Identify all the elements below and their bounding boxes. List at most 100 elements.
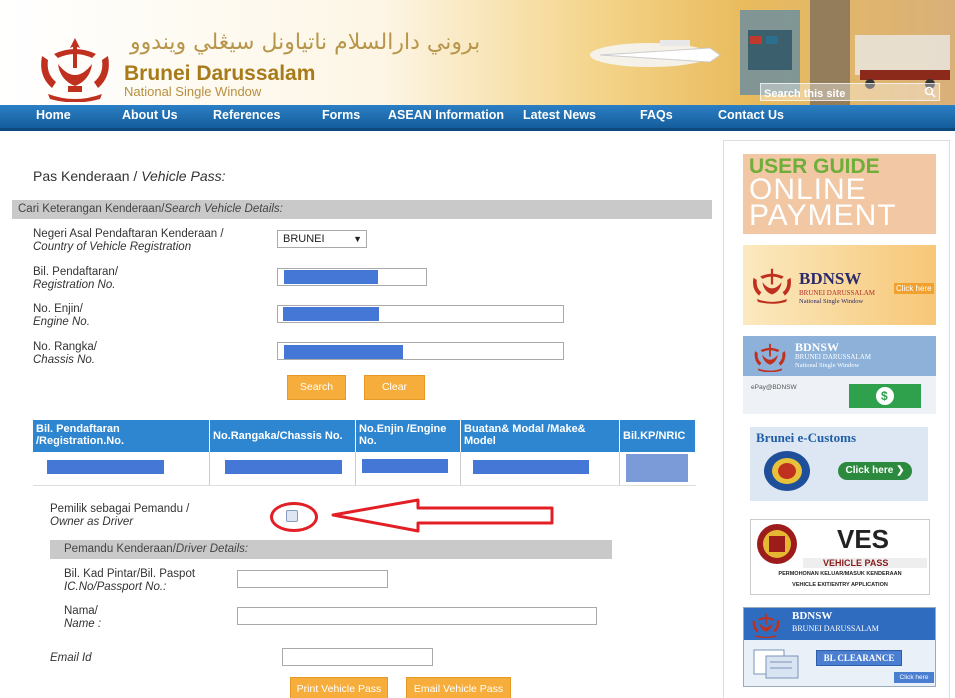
owner-driver-label: Pemilik sebagai Pemandu / Owner as Driver xyxy=(50,503,189,529)
country-label: Negeri Asal Pendaftaran Kenderaan / Count… xyxy=(33,228,224,254)
country-select-value: BRUNEI xyxy=(283,233,325,245)
chassis-label-en: Chassis No. xyxy=(33,354,95,366)
engine-label-ms: No. Enjin/ xyxy=(33,303,83,315)
email-label-text: Email Id xyxy=(50,652,92,664)
page-title-en: Vehicle Pass: xyxy=(141,168,226,184)
nav-about-us[interactable]: About Us xyxy=(122,108,178,122)
svg-text:$: $ xyxy=(881,389,888,403)
ves-description-en: VEHICLE EXIT/ENTRY APPLICATION xyxy=(792,582,888,588)
country-select[interactable]: BRUNEI ▼ xyxy=(277,230,367,248)
country-label-en: Country of Vehicle Registration xyxy=(33,241,192,253)
engine-label: No. Enjin/Engine No. xyxy=(33,303,90,329)
bl-clearance-title: BL CLEARANCE xyxy=(816,650,902,666)
driver-heading-en: Driver Details: xyxy=(175,543,249,555)
print-vehicle-pass-button[interactable]: Print Vehicle Pass xyxy=(290,677,388,698)
table-cell xyxy=(210,452,356,486)
redacted-nric-cell xyxy=(626,454,688,482)
owner-as-driver-checkbox[interactable] xyxy=(286,510,298,522)
documents-icon xyxy=(753,649,799,679)
brand-tagline: National Single Window xyxy=(124,84,262,99)
brunei-crest-icon xyxy=(752,268,792,304)
search-button[interactable]: Search xyxy=(287,375,346,400)
driver-section-heading: Pemandu Kenderaan/Driver Details: xyxy=(50,540,612,559)
main-nav: Home About Us References Forms ASEAN Inf… xyxy=(0,105,955,131)
page-title-ms: Pas Kenderaan / xyxy=(33,168,142,184)
email-label: Email Id xyxy=(50,652,92,665)
nav-references[interactable]: References xyxy=(213,108,280,122)
bdnsw-click-here[interactable]: Click here xyxy=(894,283,934,294)
driver-heading-ms: Pemandu Kenderaan/ xyxy=(64,543,176,555)
table-cell xyxy=(33,452,210,486)
ic-passport-input[interactable] xyxy=(237,570,388,588)
registration-label: Bil. Pendaftaran/Registration No. xyxy=(33,266,118,292)
registration-label-en: Registration No. xyxy=(33,279,116,291)
nav-contact-us[interactable]: Contact Us xyxy=(718,108,784,122)
bl-clearance-bdnsw: BDNSW xyxy=(792,610,833,622)
bdnsw-subtitle-1: BRUNEI DARUSSALAM xyxy=(799,289,876,297)
name-label: Nama/Name : xyxy=(64,605,101,631)
table-cell xyxy=(620,452,696,486)
table-bottom-border xyxy=(33,485,696,486)
name-input[interactable] xyxy=(237,607,597,625)
ves-vehicle-pass-banner[interactable]: VES VEHICLE PASS PERMOHONAN KELUAR/MASUK… xyxy=(750,519,930,595)
redacted-chassis-value xyxy=(284,345,403,359)
site-header: بروني دارالسلام ناتياونل سيڠلي ويندوو Br… xyxy=(0,0,955,105)
nav-asean-information[interactable]: ASEAN Information xyxy=(388,108,504,122)
redacted-registration-value xyxy=(284,270,378,284)
money-icon: $ xyxy=(849,384,921,408)
nav-home[interactable]: Home xyxy=(36,108,71,122)
name-label-en: Name : xyxy=(64,618,102,630)
epay-bdnsw-banner[interactable]: BDNSW BRUNEI DARUSSALAM National Single … xyxy=(743,336,936,414)
redacted-chassis-cell xyxy=(225,460,342,474)
chassis-label-ms: No. Rangka/ xyxy=(33,341,97,353)
col-nric: Bil.KP/NRIC xyxy=(620,420,696,452)
ves-subtitle: VEHICLE PASS xyxy=(823,558,889,568)
ic-passport-label-ms: Bil. Kad Pintar/Bil. Paspot xyxy=(64,568,196,580)
clear-button[interactable]: Clear xyxy=(364,375,425,400)
search-icon[interactable] xyxy=(924,86,936,98)
email-vehicle-pass-button[interactable]: Email Vehicle Pass xyxy=(406,677,511,698)
brunei-crest-logo xyxy=(41,38,109,102)
chassis-label: No. Rangka/Chassis No. xyxy=(33,341,97,367)
redacted-engine-cell xyxy=(362,459,448,473)
ecustoms-click-here-label: Click here xyxy=(845,465,894,476)
epay-subtitle-2: National Single Window xyxy=(795,362,860,369)
site-search-input[interactable] xyxy=(761,86,939,102)
ves-description-ms: PERMOHONAN KELUAR/MASUK KENDERAAN xyxy=(778,571,902,577)
bdnsw-title: BDNSW xyxy=(799,269,862,288)
bl-clearance-banner[interactable]: BDNSW BRUNEI DARUSSALAM BL CLEARANCE Cli… xyxy=(743,607,936,687)
user-guide-line3: PAYMENT xyxy=(749,199,897,232)
page: بروني دارالسلام ناتياونل سيڠلي ويندوو Br… xyxy=(0,0,955,698)
epay-label: ePay@BDNSW xyxy=(751,384,797,391)
bl-clearance-subtitle: BRUNEI DARUSSALAM xyxy=(792,624,879,633)
brunei-ecustoms-banner[interactable]: Brunei e-Customs Click here ❯ xyxy=(750,427,928,501)
page-title: Pas Kenderaan / Vehicle Pass: xyxy=(33,168,226,184)
brunei-crest-icon xyxy=(754,343,786,372)
ves-logo-icon xyxy=(757,524,797,564)
table-cell xyxy=(356,452,461,486)
table-cell xyxy=(461,452,620,486)
sidebar: USER GUIDE ONLINE PAYMENT BDNSW BRUNEI D… xyxy=(723,140,950,698)
engine-label-en: Engine No. xyxy=(33,316,90,328)
search-section-heading: Cari Keterangan Kenderaan/Search Vehicle… xyxy=(12,200,712,219)
search-heading-en: Search Vehicle Details: xyxy=(164,203,283,215)
site-search-box xyxy=(760,83,940,102)
col-make-model: Buatan& Modal /Make& Model xyxy=(461,420,620,452)
user-guide-online-payment-banner[interactable]: USER GUIDE ONLINE PAYMENT xyxy=(743,154,936,234)
redacted-registration-cell xyxy=(47,460,164,474)
bl-clearance-click-here[interactable]: Click here xyxy=(894,672,934,683)
nav-latest-news[interactable]: Latest News xyxy=(523,108,596,122)
ves-title: VES xyxy=(837,524,890,554)
ecustoms-click-here-button[interactable]: Click here ❯ xyxy=(838,462,912,480)
registration-label-ms: Bil. Pendaftaran/ xyxy=(33,266,119,278)
bdnsw-banner[interactable]: BDNSW BRUNEI DARUSSALAM National Single … xyxy=(743,245,936,325)
email-input[interactable] xyxy=(282,648,433,666)
ic-passport-label: Bil. Kad Pintar/Bil. Paspot IC.No/Passpor… xyxy=(64,568,195,594)
epay-subtitle-1: BRUNEI DARUSSALAM xyxy=(795,353,872,361)
nav-forms[interactable]: Forms xyxy=(322,108,360,122)
customs-seal-icon xyxy=(764,451,810,491)
brunei-crest-icon xyxy=(752,613,780,638)
nav-faqs[interactable]: FAQs xyxy=(640,108,673,122)
owner-driver-label-en: Owner as Driver xyxy=(50,516,134,528)
brand-name: Brunei Darussalam xyxy=(124,62,316,85)
